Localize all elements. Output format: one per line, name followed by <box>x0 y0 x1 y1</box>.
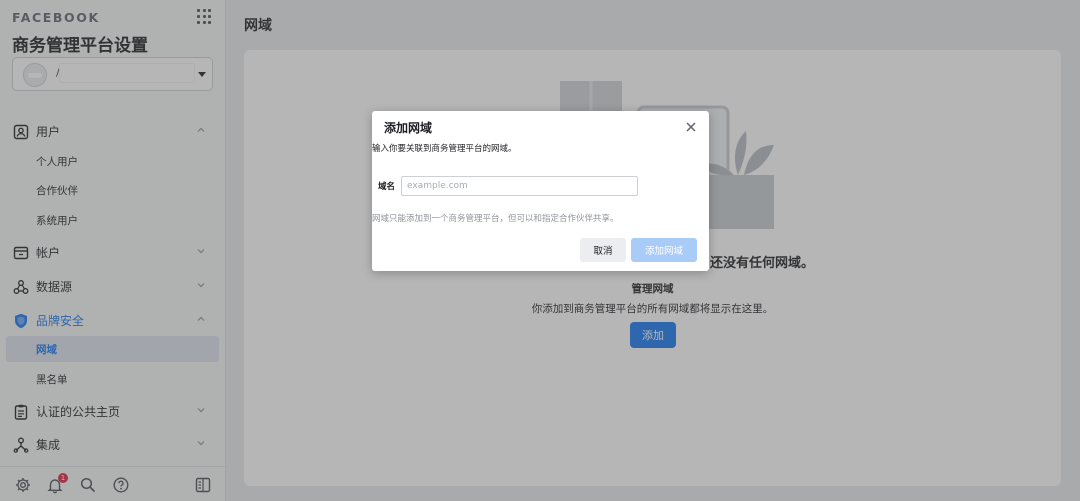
dialog-note: 网域只能添加到一个商务管理平台，但可以和指定合作伙伴共享。 <box>372 214 619 224</box>
cancel-button[interactable]: 取消 <box>580 238 626 262</box>
add-domain-confirm-button[interactable]: 添加网域 <box>631 238 697 262</box>
dialog-title: 添加网域 <box>384 121 433 135</box>
dialog-description: 输入你要关联到商务管理平台的网域。 <box>372 144 517 154</box>
domain-input[interactable] <box>401 176 638 196</box>
close-icon[interactable] <box>685 121 697 133</box>
domain-field-label: 域名 <box>378 182 396 192</box>
add-domain-dialog: 添加网域 输入你要关联到商务管理平台的网域。 域名 网域只能添加到一个商务管理平… <box>372 111 709 271</box>
